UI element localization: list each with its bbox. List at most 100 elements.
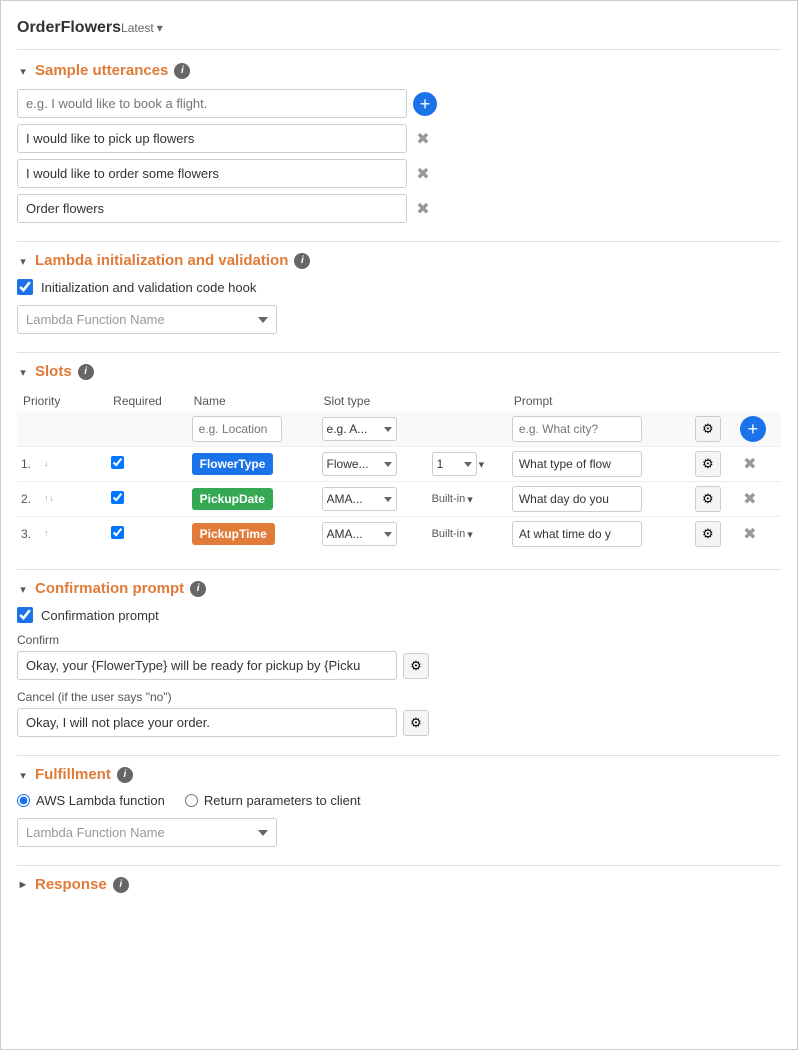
lambda-header[interactable]: ▾ Lambda initialization and validation i <box>17 252 781 269</box>
slot-3-priority: 3. ↑ <box>21 527 103 541</box>
slot-1-prompt-input[interactable] <box>512 451 642 477</box>
slot-3-remove-button[interactable]: ✖ <box>740 524 760 544</box>
info-icon[interactable]: i <box>174 63 190 79</box>
col-required: Required <box>107 390 187 412</box>
slot-2-required-checkbox[interactable] <box>111 491 124 504</box>
slot-new-row: e.g. A... ⚙ + <box>17 412 781 447</box>
slot-3-gear-button[interactable]: ⚙ <box>695 521 721 547</box>
sample-utterances-section: ▾ Sample utterances i + ✖ ✖ ✖ <box>17 62 781 223</box>
slot-3-name-tag: PickupTime <box>192 523 275 545</box>
fulfillment-return-option[interactable]: Return parameters to client <box>185 793 361 808</box>
utterance-input-2[interactable] <box>17 159 407 188</box>
slot-1-remove-button[interactable]: ✖ <box>740 454 760 474</box>
version-dropdown[interactable]: Latest ▾ <box>121 21 163 35</box>
slot-new-prompt-input[interactable] <box>512 416 642 442</box>
slot-1-down-arrow[interactable]: ↓ <box>44 459 49 469</box>
slot-row-3: 3. ↑ PickupTime AMA... <box>17 517 781 552</box>
slot-1-required-checkbox[interactable] <box>111 456 124 469</box>
slot-1-name-tag: FlowerType <box>192 453 274 475</box>
slot-3-required-checkbox[interactable] <box>111 526 124 539</box>
slot-1-priority: 1. ↓ <box>21 457 103 471</box>
fulfillment-lambda-label: AWS Lambda function <box>36 793 165 808</box>
confirm-text-input[interactable] <box>17 651 397 680</box>
col-priority: Priority <box>17 390 107 412</box>
confirmation-checkbox-label: Confirmation prompt <box>41 608 159 623</box>
lambda-checkbox[interactable] <box>17 279 33 295</box>
chevron-down-icon-confirmation: ▾ <box>17 583 29 595</box>
fulfillment-header[interactable]: ▾ Fulfillment i <box>17 766 781 783</box>
slot-new-type-select[interactable]: e.g. A... <box>322 417 397 441</box>
lambda-title: Lambda initialization and validation <box>35 252 288 269</box>
confirmation-title: Confirmation prompt <box>35 580 184 597</box>
slot-2-up-arrow[interactable]: ↑ <box>44 494 49 504</box>
slot-2-type-select[interactable]: AMA... <box>322 487 397 511</box>
cancel-input-row: ⚙ <box>17 708 781 737</box>
chevron-down-icon: ▾ <box>17 65 29 77</box>
slot-1-version: 1 ▾ <box>432 452 504 476</box>
lambda-section: ▾ Lambda initialization and validation i… <box>17 252 781 334</box>
fulfillment-info-icon[interactable]: i <box>117 767 133 783</box>
page-title: OrderFlowers <box>17 19 121 37</box>
utterance-new-input[interactable] <box>17 89 407 118</box>
response-title: Response <box>35 876 107 893</box>
slot-2-builtin: Built-in ▾ <box>432 493 504 506</box>
slot-1-gear-button[interactable]: ⚙ <box>695 451 721 477</box>
fulfillment-lambda-radio[interactable] <box>17 794 30 807</box>
confirm-gear-button[interactable]: ⚙ <box>403 653 429 679</box>
chevron-down-icon-lambda: ▾ <box>17 255 29 267</box>
slots-info-icon[interactable]: i <box>78 364 94 380</box>
lambda-info-icon[interactable]: i <box>294 253 310 269</box>
slot-1-type-select[interactable]: Flowe... <box>322 452 397 476</box>
cancel-gear-button[interactable]: ⚙ <box>403 710 429 736</box>
confirmation-header[interactable]: ▾ Confirmation prompt i <box>17 580 781 597</box>
remove-utterance-2-button[interactable]: ✖ <box>413 164 433 184</box>
slot-row-1: 1. ↓ FlowerType Flowe.. <box>17 447 781 482</box>
remove-utterance-1-button[interactable]: ✖ <box>413 129 433 149</box>
utterance-input-1[interactable] <box>17 124 407 153</box>
slot-2-prompt-input[interactable] <box>512 486 642 512</box>
slot-new-name-cell <box>188 412 318 447</box>
slots-table: Priority Required Name Slot type Prompt <box>17 390 781 551</box>
response-header[interactable]: ► Response i <box>17 876 781 893</box>
chevron-right-icon-response: ► <box>17 879 29 891</box>
sample-utterances-header[interactable]: ▾ Sample utterances i <box>17 62 781 79</box>
response-info-icon[interactable]: i <box>113 877 129 893</box>
fulfillment-return-radio[interactable] <box>185 794 198 807</box>
fulfillment-lambda-select[interactable]: Lambda Function Name <box>17 818 277 847</box>
confirmation-info-icon[interactable]: i <box>190 581 206 597</box>
confirmation-checkbox-row: Confirmation prompt <box>17 607 781 623</box>
lambda-checkbox-row: Initialization and validation code hook <box>17 279 781 295</box>
slot-3-type-select[interactable]: AMA... <box>322 522 397 546</box>
col-name: Name <box>188 390 318 412</box>
slot-1-version-select[interactable]: 1 <box>432 452 477 476</box>
utterance-input-3[interactable] <box>17 194 407 223</box>
cancel-label: Cancel (if the user says "no") <box>17 690 781 704</box>
slot-2-name-tag: PickupDate <box>192 488 273 510</box>
slot-3-builtin-arrow: ▾ <box>467 528 473 541</box>
lambda-function-select[interactable]: Lambda Function Name <box>17 305 277 334</box>
utterance-row-1: ✖ <box>17 124 781 153</box>
slot-3-up-arrow[interactable]: ↑ <box>44 529 49 539</box>
slot-new-name-input[interactable] <box>192 416 282 442</box>
slot-3-prompt-input[interactable] <box>512 521 642 547</box>
chevron-down-icon-slots: ▾ <box>17 366 29 378</box>
cancel-text-input[interactable] <box>17 708 397 737</box>
slot-2-gear-button[interactable]: ⚙ <box>695 486 721 512</box>
slot-2-down-arrow[interactable]: ↓ <box>50 494 55 504</box>
header: OrderFlowers Latest ▾ <box>17 11 781 50</box>
slot-2-remove-button[interactable]: ✖ <box>740 489 760 509</box>
slot-new-gear-button[interactable]: ⚙ <box>695 416 721 442</box>
utterance-new-row: + <box>17 89 781 118</box>
slot-1-version-arrow: ▾ <box>479 458 485 471</box>
slot-new-add-button[interactable]: + <box>740 416 766 442</box>
fulfillment-return-label: Return parameters to client <box>204 793 361 808</box>
add-utterance-button[interactable]: + <box>413 92 437 116</box>
sample-utterances-title: Sample utterances <box>35 62 168 79</box>
fulfillment-lambda-option[interactable]: AWS Lambda function <box>17 793 165 808</box>
slot-3-builtin: Built-in ▾ <box>432 528 504 541</box>
confirmation-checkbox[interactable] <box>17 607 33 623</box>
slots-header[interactable]: ▾ Slots i <box>17 363 781 380</box>
response-section: ► Response i <box>17 876 781 893</box>
utterance-row-3: ✖ <box>17 194 781 223</box>
remove-utterance-3-button[interactable]: ✖ <box>413 199 433 219</box>
